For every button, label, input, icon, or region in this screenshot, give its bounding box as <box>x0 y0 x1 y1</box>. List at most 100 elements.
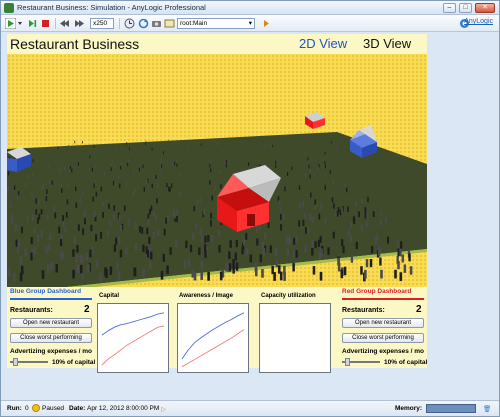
person <box>361 224 363 232</box>
minimize-button[interactable]: – <box>443 3 456 13</box>
status-arrow-icon[interactable]: ▷ <box>161 405 166 413</box>
person <box>81 190 84 195</box>
person <box>87 264 90 273</box>
person <box>210 220 212 227</box>
person <box>329 170 331 175</box>
3d-scene[interactable] <box>7 54 427 287</box>
person <box>302 219 305 226</box>
maximize-button[interactable]: □ <box>459 3 472 13</box>
person <box>91 167 93 172</box>
slider-thumb[interactable] <box>345 358 351 366</box>
memory-bar <box>426 404 476 413</box>
refresh-icon <box>138 18 149 29</box>
person <box>38 213 41 220</box>
person <box>312 217 314 224</box>
person <box>332 179 334 185</box>
person <box>51 180 53 185</box>
navigate-to-button[interactable] <box>261 18 272 29</box>
person <box>152 232 155 239</box>
person <box>312 266 316 275</box>
trash-icon[interactable]: 🗑 <box>483 405 491 413</box>
person <box>127 162 129 167</box>
person <box>67 145 69 148</box>
person <box>256 238 259 246</box>
person <box>142 244 145 252</box>
slider-thumb[interactable] <box>13 358 19 366</box>
slow-down-button[interactable] <box>60 18 71 29</box>
person <box>114 164 116 168</box>
person <box>259 254 262 263</box>
view-3d-link[interactable]: 3D View <box>363 36 411 51</box>
person <box>16 246 20 254</box>
person <box>142 164 144 169</box>
person <box>62 158 64 162</box>
person <box>176 163 178 167</box>
anylogic-link[interactable]: AnyLogic <box>464 18 493 25</box>
person <box>221 149 223 152</box>
red-close-restaurant-button[interactable]: Close worst performing <box>342 333 424 343</box>
view-2d-link[interactable]: 2D View <box>299 36 347 51</box>
person <box>148 261 152 270</box>
capital-chart: Capital <box>97 293 171 375</box>
red-open-restaurant-button[interactable]: Open new restaurant <box>342 318 424 328</box>
red-advertising-slider[interactable] <box>342 358 380 366</box>
experiment-selector[interactable]: root:Main ▾ <box>177 18 255 29</box>
person <box>228 158 230 163</box>
capacity-chart: Capacity utilization <box>259 293 335 375</box>
stop-button[interactable] <box>40 18 51 29</box>
person <box>331 197 334 203</box>
person <box>396 240 399 248</box>
blue-close-restaurant-button[interactable]: Close worst performing <box>10 333 92 343</box>
camera-button[interactable] <box>151 18 162 29</box>
person <box>199 228 202 235</box>
person <box>102 212 104 218</box>
person <box>187 147 188 151</box>
person <box>19 256 23 265</box>
person <box>200 235 203 243</box>
person <box>275 160 277 165</box>
person <box>133 267 137 277</box>
person <box>60 183 62 189</box>
person <box>116 262 119 271</box>
person <box>303 213 306 220</box>
person <box>95 181 97 186</box>
person <box>100 186 103 192</box>
person <box>129 147 131 151</box>
speed-field[interactable]: x250 <box>90 18 114 29</box>
person <box>347 229 350 237</box>
person <box>314 199 316 205</box>
person <box>355 201 358 208</box>
blue-advertising-slider[interactable] <box>10 358 48 366</box>
person <box>119 183 121 189</box>
person <box>212 141 213 144</box>
close-button[interactable]: ✕ <box>475 3 495 13</box>
person <box>153 175 155 180</box>
person <box>75 186 77 192</box>
navigate-button[interactable] <box>164 18 175 29</box>
person <box>77 162 79 166</box>
person <box>151 183 153 189</box>
person <box>193 271 197 281</box>
person <box>211 147 212 150</box>
chart-title: Capacity utilization <box>261 293 316 299</box>
speed-up-button[interactable] <box>74 18 85 29</box>
person <box>214 185 216 190</box>
person <box>372 211 375 218</box>
step-button[interactable] <box>27 18 38 29</box>
person <box>176 208 178 215</box>
virtual-time-button[interactable] <box>138 18 149 29</box>
person <box>311 248 314 256</box>
run-button[interactable] <box>5 18 16 29</box>
chart-title: Capital <box>99 293 120 299</box>
realtime-button[interactable] <box>124 18 135 29</box>
run-dropdown-icon[interactable] <box>17 18 23 29</box>
person <box>32 159 34 163</box>
blue-open-restaurant-button[interactable]: Open new restaurant <box>10 318 92 328</box>
person <box>109 266 113 275</box>
person <box>121 147 123 151</box>
person <box>341 239 344 247</box>
person <box>285 236 288 244</box>
person <box>59 170 61 175</box>
person <box>209 159 211 164</box>
title-bar: Restaurant Business: Simulation - AnyLog… <box>1 1 499 15</box>
